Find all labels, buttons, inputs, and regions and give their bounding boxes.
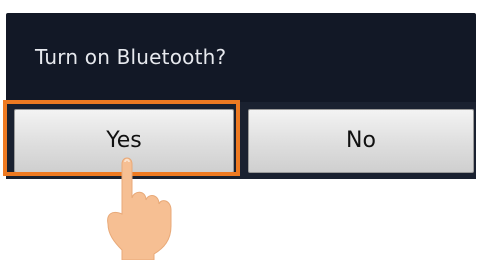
dialog-title: Turn on Bluetooth? bbox=[35, 45, 227, 69]
dialog-button-bar: Yes No bbox=[6, 102, 476, 179]
no-button[interactable]: No bbox=[248, 109, 474, 173]
yes-button[interactable]: Yes bbox=[14, 109, 234, 173]
bluetooth-dialog: Turn on Bluetooth? Yes No bbox=[6, 13, 476, 179]
